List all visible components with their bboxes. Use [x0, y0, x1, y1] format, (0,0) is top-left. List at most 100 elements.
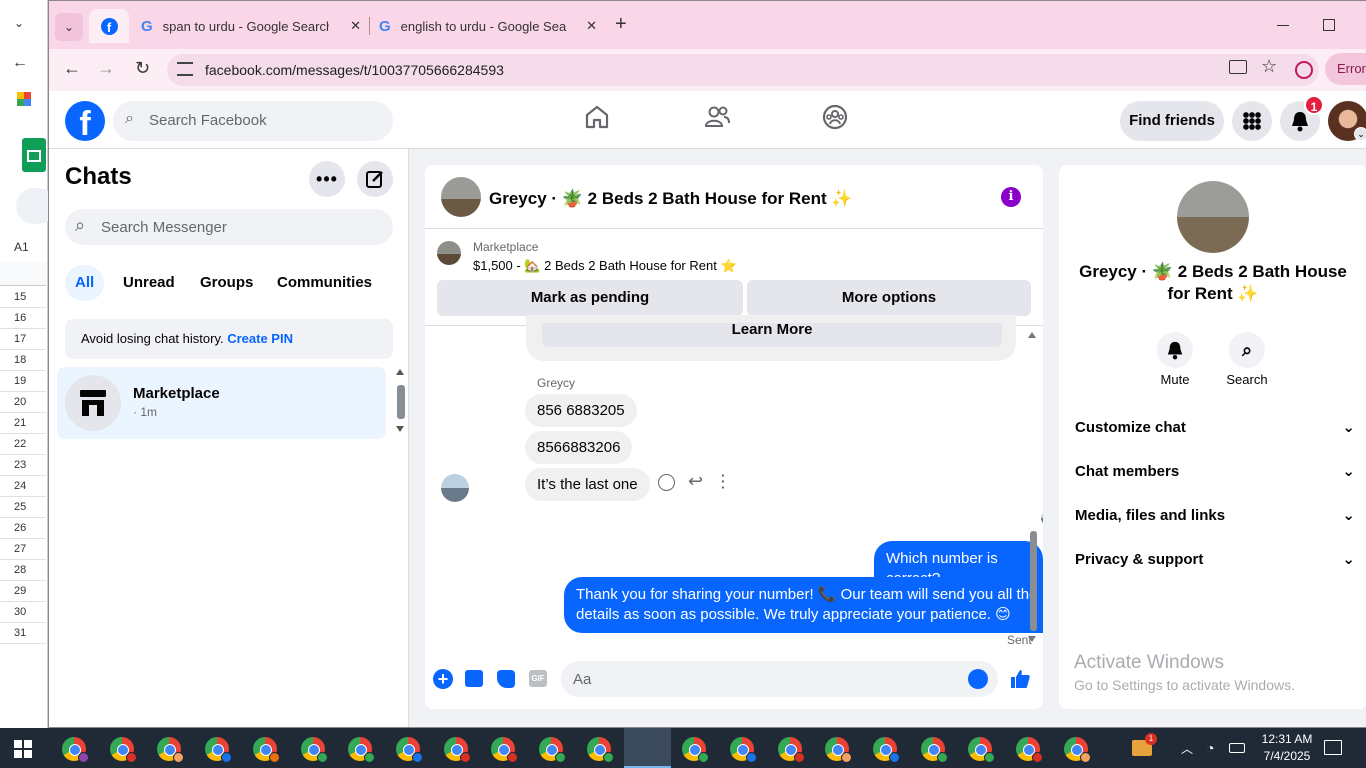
reply-icon[interactable]: ↩	[688, 471, 703, 492]
wifi-icon[interactable]: ◔	[1206, 740, 1214, 756]
chrome-taskbar-icon[interactable]	[777, 737, 805, 763]
profile-icon[interactable]	[1295, 61, 1313, 79]
chrome-taskbar-icon[interactable]	[62, 737, 89, 763]
chrome-taskbar-icon[interactable]	[729, 737, 757, 763]
sidebar-scrollbar[interactable]	[397, 385, 405, 419]
back-icon[interactable]: ←	[63, 58, 81, 79]
add-more-icon[interactable]: +	[433, 669, 453, 689]
incoming-message[interactable]: 8566883206	[525, 431, 633, 464]
close-icon[interactable]: ✕	[350, 18, 361, 34]
reload-icon[interactable]: ↻	[135, 58, 150, 79]
sticker-icon[interactable]	[497, 670, 515, 688]
notification-center-icon[interactable]	[1324, 740, 1342, 755]
battery-icon[interactable]	[1229, 743, 1245, 753]
gif-icon[interactable]: GIF	[529, 670, 547, 687]
facebook-logo-icon[interactable]: f	[65, 101, 105, 141]
chevron-down-icon[interactable]: ⌄	[8, 12, 30, 34]
privacy-support-section[interactable]: Privacy & support ⌄	[1075, 541, 1355, 577]
chat-options-button[interactable]: •••	[309, 161, 345, 197]
photo-icon[interactable]	[465, 670, 483, 687]
facebook-search-field[interactable]: ⌕ Search Facebook	[113, 101, 393, 141]
site-settings-icon[interactable]	[177, 62, 193, 76]
listing-thumbnail[interactable]	[437, 241, 461, 265]
chrome-taskbar-icon[interactable]	[491, 737, 519, 763]
chrome-taskbar-icon[interactable]	[1063, 737, 1091, 763]
sidebar-scroll-up-icon[interactable]	[396, 369, 404, 375]
maximize-icon[interactable]	[1323, 19, 1335, 31]
chrome-taskbar-icon[interactable]	[539, 737, 566, 763]
chrome-taskbar-icon[interactable]	[348, 737, 376, 763]
info-icon[interactable]: i	[1001, 187, 1021, 207]
chrome-taskbar-icon[interactable]	[109, 737, 137, 763]
outgoing-message[interactable]: Thank you for sharing your number! 📞 Our…	[564, 577, 1043, 633]
sidebar-scroll-down-icon[interactable]	[396, 426, 404, 432]
minimize-icon[interactable]	[1277, 25, 1289, 26]
chrome-taskbar-icon[interactable]	[968, 737, 996, 763]
customize-chat-section[interactable]: Customize chat ⌄	[1075, 409, 1355, 445]
error-button[interactable]: Error	[1325, 53, 1366, 85]
chrome-taskbar-icon[interactable]	[205, 737, 233, 763]
listing-detail[interactable]: $1,500 - 🏡 2 Beds 2 Bath House for Rent …	[473, 258, 737, 274]
more-vertical-icon[interactable]: · · ·	[721, 468, 726, 494]
tab-english-to-urdu[interactable]: G english to urdu - Google Search ✕	[379, 9, 597, 43]
react-smiley-icon[interactable]	[658, 474, 675, 491]
chrome-taskbar-icon[interactable]	[395, 737, 423, 763]
chrome-taskbar-icon[interactable]	[252, 737, 280, 763]
forward-icon[interactable]: →	[97, 58, 115, 79]
messenger-search-field[interactable]: ⌕ Search Messenger	[65, 209, 393, 245]
new-tab-icon[interactable]: +	[615, 13, 627, 36]
filter-unread[interactable]: Unread	[115, 265, 183, 301]
url-text[interactable]: facebook.com/messages/t/1003770566628459…	[205, 62, 504, 78]
chrome-taskbar-icon[interactable]	[300, 737, 328, 763]
conversation-item[interactable]: Marketplace · 1m	[57, 367, 386, 439]
search-in-chat-button[interactable]: ⌕	[1229, 332, 1265, 368]
install-app-icon[interactable]	[1229, 60, 1247, 74]
thread-scroll-down-icon[interactable]	[1028, 636, 1036, 642]
chrome-taskbar-icon[interactable]	[682, 737, 710, 763]
filter-groups[interactable]: Groups	[192, 265, 261, 301]
chrome-taskbar-icon[interactable]	[157, 737, 185, 763]
show-hidden-icons-icon[interactable]: ︿	[1181, 740, 1193, 757]
chrome-taskbar-icon[interactable]	[920, 737, 948, 763]
learn-more-button[interactable]: Learn More	[542, 323, 1002, 347]
clock-time[interactable]: 12:31 AM	[1256, 732, 1318, 746]
chrome-taskbar-icon[interactable]	[872, 737, 900, 763]
tab-facebook[interactable]: f	[89, 9, 129, 43]
close-icon[interactable]: ✕	[586, 18, 597, 34]
media-files-links-section[interactable]: Media, files and links ⌄	[1075, 497, 1355, 533]
filter-communities[interactable]: Communities	[269, 265, 380, 301]
thumbs-up-icon[interactable]	[1009, 668, 1031, 690]
omnibox[interactable]: facebook.com/messages/t/1003770566628459…	[167, 54, 1319, 86]
mark-as-pending-button[interactable]: Mark as pending	[437, 280, 743, 316]
more-options-button[interactable]: More options	[747, 280, 1031, 316]
thread-title[interactable]: Greycy · 🪴 2 Beds 2 Bath House for Rent …	[489, 189, 853, 209]
friends-icon[interactable]	[703, 103, 731, 131]
chrome-taskbar-icon[interactable]	[825, 737, 853, 763]
chrome-taskbar-icon[interactable]	[443, 737, 471, 763]
chat-members-section[interactable]: Chat members ⌄	[1075, 453, 1355, 489]
windows-start-icon[interactable]	[14, 740, 32, 758]
new-message-button[interactable]	[357, 161, 393, 197]
menu-grid-button[interactable]	[1232, 101, 1272, 141]
sender-avatar[interactable]	[441, 474, 469, 502]
message-input[interactable]: Aa	[561, 661, 998, 697]
thread-scroll-up-icon[interactable]	[1028, 332, 1036, 338]
back-arrow-icon[interactable]: ←	[12, 54, 28, 72]
find-friends-button[interactable]: Find friends	[1120, 101, 1224, 141]
listing-photo[interactable]	[441, 177, 481, 217]
tab-search-button[interactable]: ⌄	[55, 13, 83, 41]
chrome-taskbar-icon[interactable]	[1016, 737, 1043, 763]
incoming-message[interactable]: 856 6883205	[525, 394, 637, 427]
chrome-taskbar-icon[interactable]	[586, 737, 614, 763]
bookmark-star-icon[interactable]: ☆	[1261, 56, 1277, 77]
incoming-message[interactable]: It’s the last one	[525, 468, 650, 501]
thread-scrollbar[interactable]	[1030, 531, 1037, 631]
mute-button[interactable]	[1157, 332, 1193, 368]
create-pin-link[interactable]: Create PIN	[227, 331, 293, 346]
tab-span-to-urdu[interactable]: G span to urdu - Google Search ✕	[141, 9, 361, 43]
groups-icon[interactable]	[821, 103, 849, 131]
clock-date[interactable]: 7/4/2025	[1256, 749, 1318, 763]
account-chevron-icon[interactable]: ⌄	[1354, 127, 1366, 141]
info-listing-photo[interactable]	[1177, 181, 1249, 253]
home-icon[interactable]	[583, 103, 611, 131]
